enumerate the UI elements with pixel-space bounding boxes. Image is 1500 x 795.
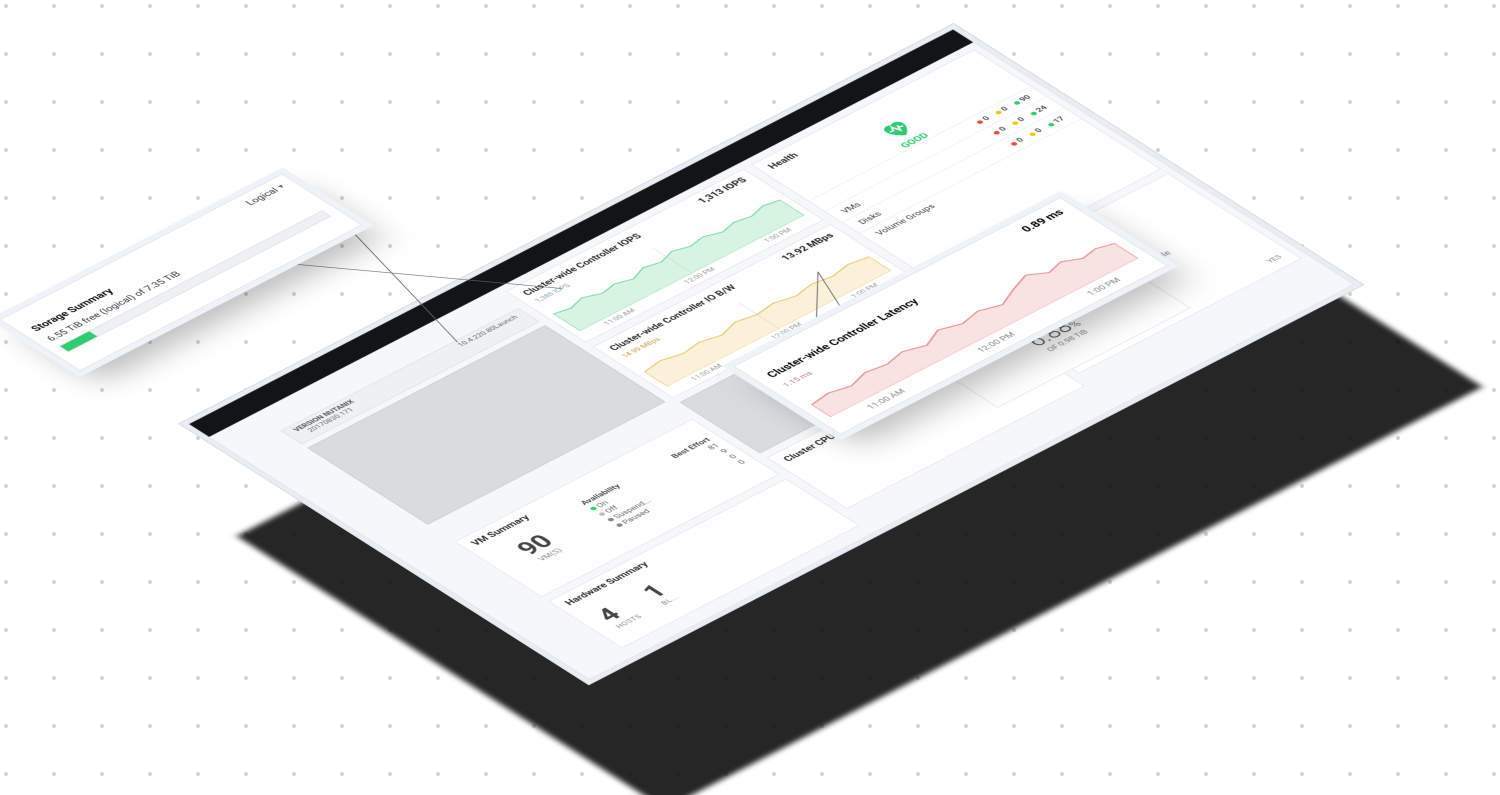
rebuild-yes: YES: [1266, 254, 1285, 265]
